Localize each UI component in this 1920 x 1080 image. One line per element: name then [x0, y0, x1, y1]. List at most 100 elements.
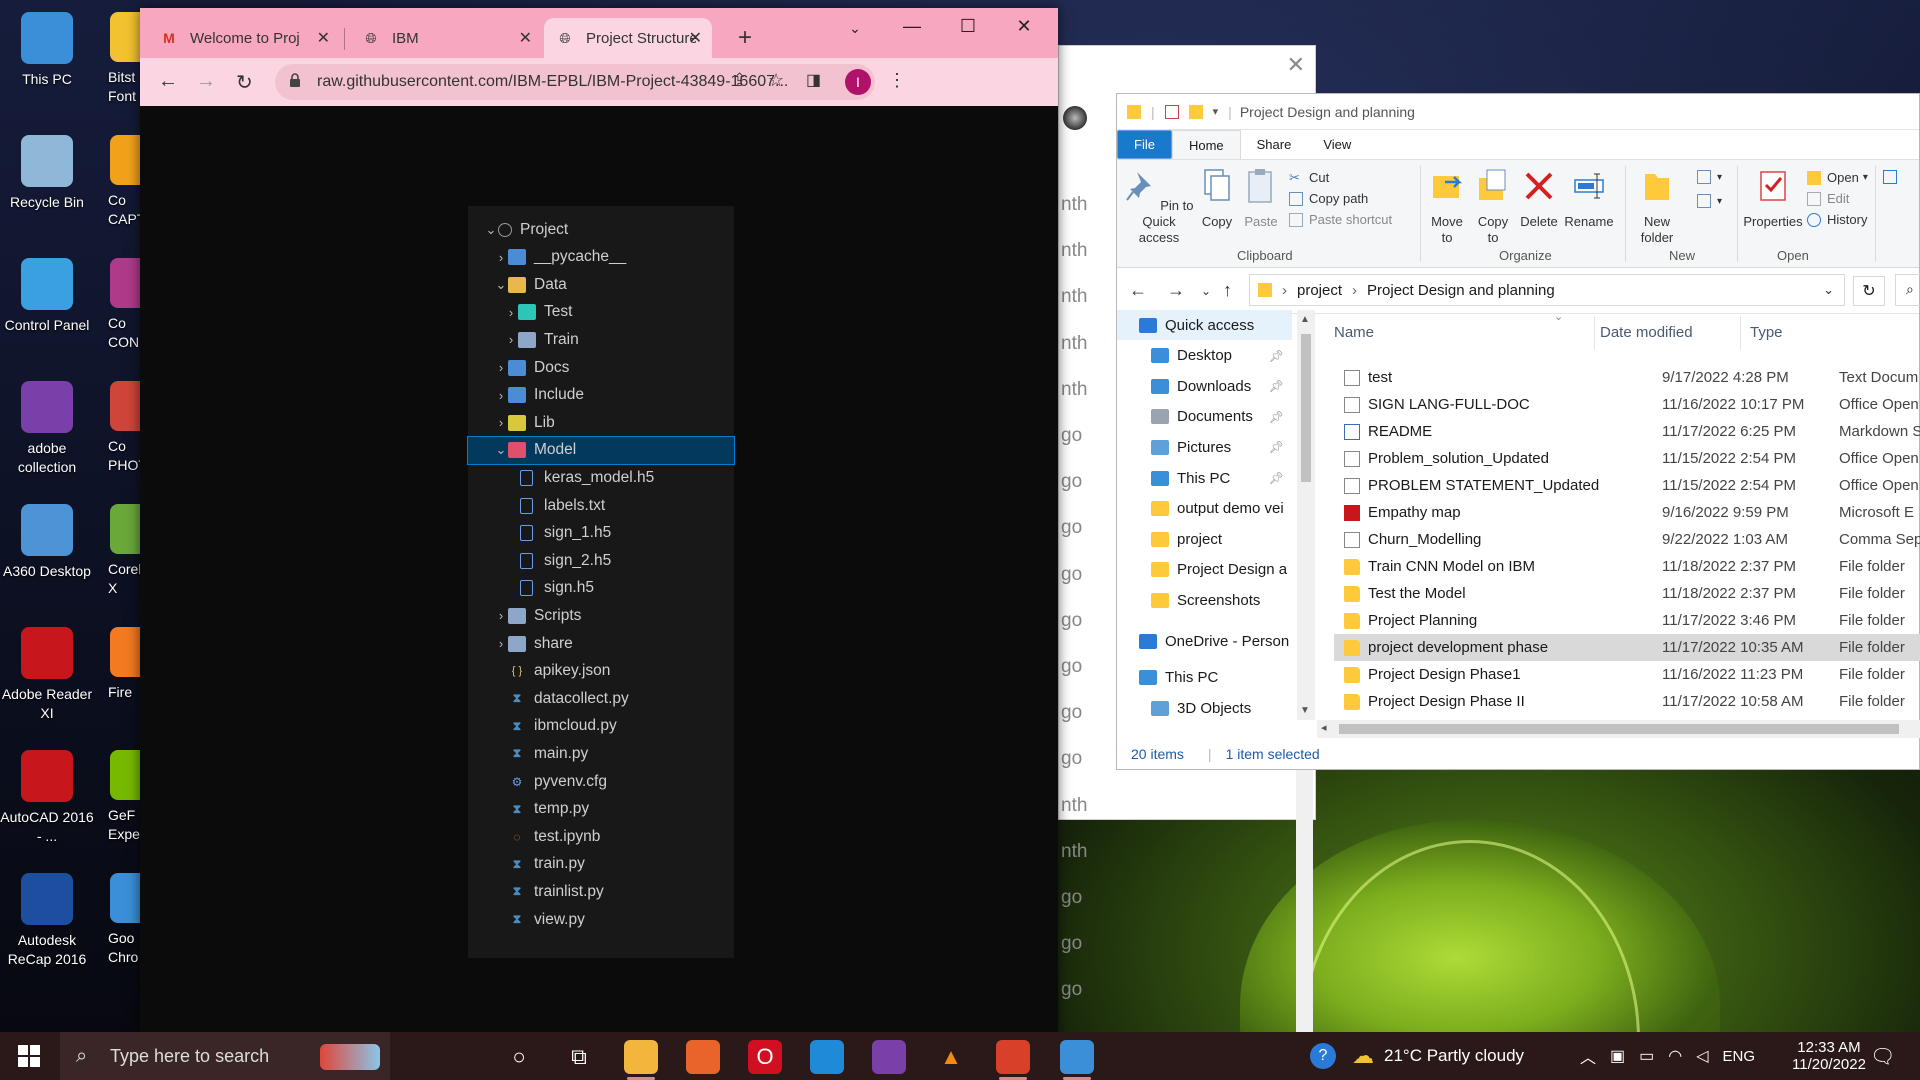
cut-button[interactable]: ✂ Cut — [1289, 170, 1329, 185]
table-row[interactable]: Train CNN Model on IBM 11/18/2022 2:37 PM… — [1334, 553, 1920, 580]
new-tab-button[interactable]: + — [738, 24, 752, 52]
pin-icon[interactable]: 📌︎ — [1269, 471, 1284, 485]
easy-access-button[interactable]: ▾ — [1697, 194, 1722, 208]
table-row[interactable]: Project Design Phase1 11/16/2022 11:23 PM… — [1334, 661, 1920, 688]
forward-icon[interactable]: → — [196, 70, 216, 93]
tab-file[interactable]: File — [1117, 130, 1172, 159]
tab-gmail[interactable]: M Welcome to Proj ✕ — [148, 18, 340, 58]
back-icon[interactable]: ← — [1129, 280, 1147, 301]
chevron-down-icon[interactable]: ⌄ — [1823, 282, 1834, 298]
wifi-icon[interactable]: ◠ — [1668, 1046, 1682, 1066]
vlc-icon[interactable]: ▲ — [934, 1040, 968, 1074]
desktop-icon-0[interactable]: This PC — [0, 4, 94, 89]
share-icon[interactable]: ⇪ — [732, 70, 747, 91]
nav-item[interactable]: Quick access — [1117, 310, 1292, 340]
refresh-icon[interactable]: ↻ — [1853, 276, 1885, 306]
nav-item[interactable]: output demo vei — [1117, 494, 1292, 524]
address-bar[interactable]: › project › Project Design and planning … — [1249, 274, 1845, 306]
table-row[interactable]: Test the Model 11/18/2022 2:37 PM File fol… — [1334, 580, 1920, 607]
clock[interactable]: 12:33 AM 11/20/2022 — [1792, 1032, 1866, 1080]
pin-icon[interactable]: 📌︎ — [1269, 349, 1284, 363]
recent-locations-icon[interactable]: ⌄ — [1201, 284, 1211, 298]
table-row[interactable]: Empathy map 9/16/2022 9:59 PM Microsoft E — [1334, 499, 1920, 526]
properties-icon[interactable] — [1164, 104, 1179, 119]
nav-item[interactable]: Project Design a — [1117, 555, 1292, 585]
nav-item[interactable]: This PC 📌︎ — [1117, 463, 1292, 493]
address-bar[interactable]: raw.githubusercontent.com/IBM-EPBL/IBM-P… — [275, 64, 875, 100]
rename-button[interactable]: Rename — [1563, 168, 1615, 230]
move-to-button[interactable]: Move to — [1425, 168, 1469, 246]
copy-to-button[interactable]: Copy to — [1471, 168, 1515, 246]
breadcrumb-current[interactable]: Project Design and planning — [1367, 282, 1555, 299]
nav-item[interactable]: Downloads 📌︎ — [1117, 371, 1292, 401]
nav-item[interactable]: project — [1117, 524, 1292, 554]
desktop-icon-5[interactable]: Adobe Reader XI — [0, 619, 94, 723]
tab-home[interactable]: Home — [1171, 130, 1241, 159]
close-button[interactable]: ✕ — [1004, 16, 1044, 37]
volume-icon[interactable]: ◁ — [1696, 1046, 1708, 1066]
table-row[interactable]: README 11/17/2022 6:25 PM Markdown S — [1334, 418, 1920, 445]
chevron-down-icon[interactable]: ▾ — [1213, 105, 1219, 118]
chrome-icon[interactable] — [1060, 1040, 1094, 1080]
pin-icon[interactable]: 📌︎ — [1269, 440, 1284, 454]
desktop-icon-2[interactable]: Control Panel — [0, 250, 94, 335]
nav-item[interactable]: Desktop 📌︎ — [1117, 341, 1292, 371]
search-icon[interactable]: ⌕ — [1895, 274, 1920, 306]
table-row[interactable]: Project Design Phase II 11/17/2022 10:58 … — [1334, 688, 1920, 715]
nav-item[interactable]: OneDrive - Person — [1117, 626, 1292, 656]
table-row[interactable]: test 9/17/2022 4:28 PM Text Docum — [1334, 364, 1920, 391]
nav-item[interactable]: This PC — [1117, 663, 1292, 693]
table-row[interactable]: project development phase 11/17/2022 10:3… — [1334, 634, 1920, 661]
minimize-button[interactable]: — — [892, 16, 932, 37]
cortana-icon[interactable]: ○ — [502, 1040, 536, 1074]
table-row[interactable]: Churn_Modelling 9/22/2022 1:03 AM Comma Se… — [1334, 526, 1920, 553]
table-row[interactable]: SIGN LANG-FULL-DOC 11/16/2022 10:17 PM Off… — [1334, 391, 1920, 418]
help-icon[interactable]: ? — [1310, 1043, 1336, 1069]
edge-icon[interactable] — [810, 1040, 844, 1074]
close-icon[interactable]: ✕ — [1287, 52, 1305, 78]
select-all-button[interactable] — [1883, 170, 1903, 184]
menu-icon[interactable]: ⋮ — [888, 70, 906, 91]
chrome-profile-icon[interactable] — [996, 1040, 1030, 1080]
column-name[interactable]: Name — [1334, 324, 1374, 341]
notifications-icon[interactable]: 🗨︎ — [1870, 1032, 1895, 1080]
reload-icon[interactable]: ↻ — [236, 70, 253, 95]
delete-button[interactable]: Delete — [1517, 168, 1561, 230]
column-date-modified[interactable]: Date modified — [1600, 324, 1693, 341]
desktop-icon-4[interactable]: A360 Desktop — [0, 496, 94, 581]
pin-quick-access-button[interactable]: Pin to Quick access — [1123, 168, 1195, 246]
copy-button[interactable]: Copy — [1197, 168, 1237, 230]
paste-button[interactable]: Paste — [1241, 168, 1281, 230]
nav-scrollbar[interactable]: ▲ ▼ — [1297, 310, 1315, 720]
file-explorer-icon[interactable] — [624, 1040, 658, 1080]
properties-button[interactable]: Properties — [1743, 168, 1803, 230]
nav-item[interactable]: Documents 📌︎ — [1117, 402, 1292, 432]
close-icon[interactable]: ✕ — [519, 28, 532, 48]
battery-icon[interactable]: ▭ — [1639, 1046, 1654, 1066]
nav-item[interactable]: 3D Objects — [1117, 693, 1292, 723]
bookmark-star-icon[interactable]: ☆ — [768, 70, 784, 91]
tab-search-icon[interactable]: ⌄ — [835, 20, 875, 37]
weather-text[interactable]: 21°C Partly cloudy — [1384, 1046, 1524, 1066]
horizontal-scrollbar[interactable]: ◂ — [1317, 720, 1920, 738]
tab-view[interactable]: View — [1307, 130, 1367, 159]
close-icon[interactable]: ✕ — [689, 28, 702, 48]
new-folder-button[interactable]: New folder — [1631, 168, 1683, 246]
desktop-icon-1[interactable]: Recycle Bin — [0, 127, 94, 212]
paste-shortcut-button[interactable]: Paste shortcut — [1289, 212, 1392, 227]
weather-icon[interactable]: ☁ — [1352, 1043, 1374, 1069]
desktop-icon-7[interactable]: Autodesk ReCap 2016 — [0, 865, 94, 969]
maximize-button[interactable]: ☐ — [948, 16, 988, 37]
forward-icon[interactable]: → — [1167, 280, 1185, 301]
open-button[interactable]: Open ▾ — [1807, 170, 1868, 185]
tab-project-structure[interactable]: 🌐︎ Project Structure ✕ — [544, 18, 712, 58]
desktop-icon-6[interactable]: AutoCAD 2016 - ... — [0, 742, 94, 846]
pin-icon[interactable]: 📌︎ — [1269, 410, 1284, 424]
opera-icon[interactable]: O — [748, 1040, 782, 1074]
nav-item[interactable]: Pictures 📌︎ — [1117, 432, 1292, 462]
up-icon[interactable]: ↑ — [1223, 280, 1232, 301]
new-item-button[interactable]: ▾ — [1697, 170, 1722, 184]
chevron-up-icon[interactable]: ︿ — [1580, 1044, 1596, 1068]
back-icon[interactable]: ← — [158, 70, 178, 93]
tab-share[interactable]: Share — [1241, 130, 1308, 159]
